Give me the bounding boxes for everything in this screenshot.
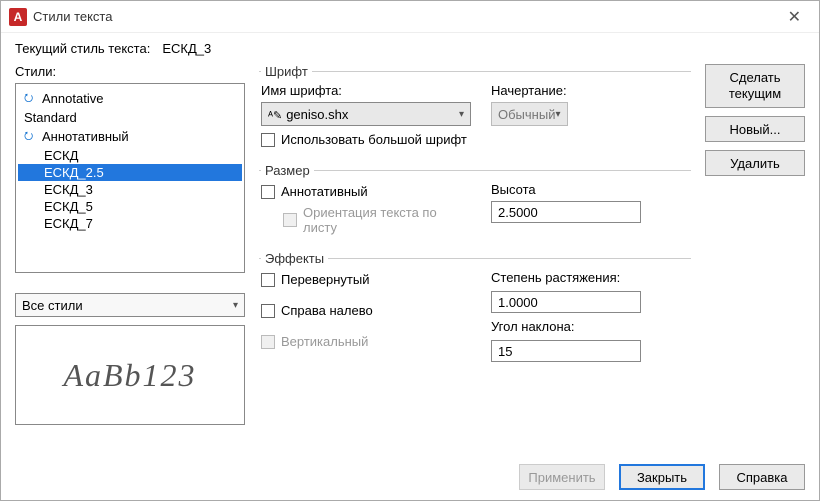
close-icon[interactable]: ✕: [778, 3, 811, 31]
style-item-label: ЕСКД_7: [44, 216, 93, 231]
annotative-checkbox[interactable]: [261, 185, 275, 199]
titlebar: A Стили текста ✕: [1, 1, 819, 33]
window-title: Стили текста: [33, 9, 778, 24]
oblique-input[interactable]: [491, 340, 641, 362]
bigfont-label: Использовать большой шрифт: [281, 132, 467, 147]
font-style-value: Обычный: [498, 107, 555, 122]
style-filter-value: Все стили: [22, 298, 83, 313]
orientation-label: Ориентация текста по листу: [303, 205, 453, 235]
chevron-down-icon: ▾: [459, 109, 464, 120]
size-legend: Размер: [261, 163, 314, 178]
backwards-checkbox-row[interactable]: Справа налево: [261, 303, 471, 318]
style-item[interactable]: ЕСКД_7: [18, 215, 242, 232]
font-legend: Шрифт: [261, 64, 312, 79]
style-item-label: ЕСКД: [44, 148, 78, 163]
orientation-checkbox-row: Ориентация текста по листу: [283, 205, 471, 235]
style-item[interactable]: ЕСКД_5: [18, 198, 242, 215]
font-shx-icon: ᴬ✎: [268, 110, 282, 122]
style-filter-select[interactable]: Все стили ▾: [15, 293, 245, 317]
style-item[interactable]: ЕСКД: [18, 147, 242, 164]
height-input[interactable]: [491, 201, 641, 223]
bigfont-checkbox-row[interactable]: Использовать большой шрифт: [261, 132, 471, 147]
app-icon: A: [9, 8, 27, 26]
current-style-label: Текущий стиль текста:: [15, 41, 150, 56]
style-item[interactable]: Standard: [18, 109, 242, 126]
widthfactor-label: Степень растяжения:: [491, 270, 641, 285]
chevron-down-icon: ▾: [555, 109, 560, 120]
delete-button[interactable]: Удалить: [705, 150, 805, 176]
style-item-label: ЕСКД_5: [44, 199, 93, 214]
style-item-label: ЕСКД_3: [44, 182, 93, 197]
help-button[interactable]: Справка: [719, 464, 805, 490]
annotative-checkbox-row[interactable]: Аннотативный: [261, 184, 471, 199]
new-button[interactable]: Новый...: [705, 116, 805, 142]
style-item[interactable]: ⭮ Аннотативный: [18, 126, 242, 147]
apply-button[interactable]: Применить: [519, 464, 605, 490]
upsidedown-checkbox-row[interactable]: Перевернутый: [261, 272, 471, 287]
size-group: Размер Аннотативный Ориентация текста по…: [259, 163, 691, 245]
upsidedown-checkbox[interactable]: [261, 273, 275, 287]
effects-group: Эффекты Перевернутый Справа налево: [259, 251, 691, 372]
chevron-down-icon: ▾: [233, 300, 238, 311]
annotative-label: Аннотативный: [281, 184, 368, 199]
style-item-label: ЕСКД_2.5: [44, 165, 104, 180]
close-button[interactable]: Закрыть: [619, 464, 705, 490]
orientation-checkbox: [283, 213, 297, 227]
vertical-checkbox: [261, 335, 275, 349]
style-item[interactable]: ЕСКД_2.5: [18, 164, 242, 181]
style-list[interactable]: ⭮ Annotative Standard ⭮ Аннотативный ЕСКД ЕСКД…: [15, 83, 245, 273]
styles-label: Стили:: [15, 64, 245, 79]
vertical-checkbox-row: Вертикальный: [261, 334, 471, 349]
upsidedown-label: Перевернутый: [281, 272, 370, 287]
style-item-label: Standard: [24, 110, 77, 125]
widthfactor-input[interactable]: [491, 291, 641, 313]
font-name-label: Имя шрифта:: [261, 83, 471, 98]
font-name-value: geniso.shx: [286, 107, 348, 122]
font-style-label: Начертание:: [491, 83, 568, 98]
font-name-select[interactable]: ᴬ✎ geniso.shx ▾: [261, 102, 471, 126]
style-item-label: Аннотативный: [42, 129, 129, 144]
bigfont-checkbox[interactable]: [261, 133, 275, 147]
font-group: Шрифт Имя шрифта: ᴬ✎ geniso.shx ▾ Использ…: [259, 64, 691, 157]
height-label: Высота: [491, 182, 641, 197]
backwards-checkbox[interactable]: [261, 304, 275, 318]
style-item[interactable]: ⭮ Annotative: [18, 88, 242, 109]
style-preview: AaBb123: [15, 325, 245, 425]
style-item[interactable]: ЕСКД_3: [18, 181, 242, 198]
style-item-label: Annotative: [42, 91, 103, 106]
backwards-label: Справа налево: [281, 303, 373, 318]
vertical-label: Вертикальный: [281, 334, 368, 349]
annotative-icon: ⭮: [24, 89, 38, 108]
font-style-select: Обычный ▾: [491, 102, 568, 126]
oblique-label: Угол наклона:: [491, 319, 641, 334]
set-current-button[interactable]: Сделать текущим: [705, 64, 805, 108]
current-style-value: ЕСКД_3: [162, 41, 211, 56]
annotative-icon: ⭮: [24, 127, 38, 146]
effects-legend: Эффекты: [261, 251, 328, 266]
